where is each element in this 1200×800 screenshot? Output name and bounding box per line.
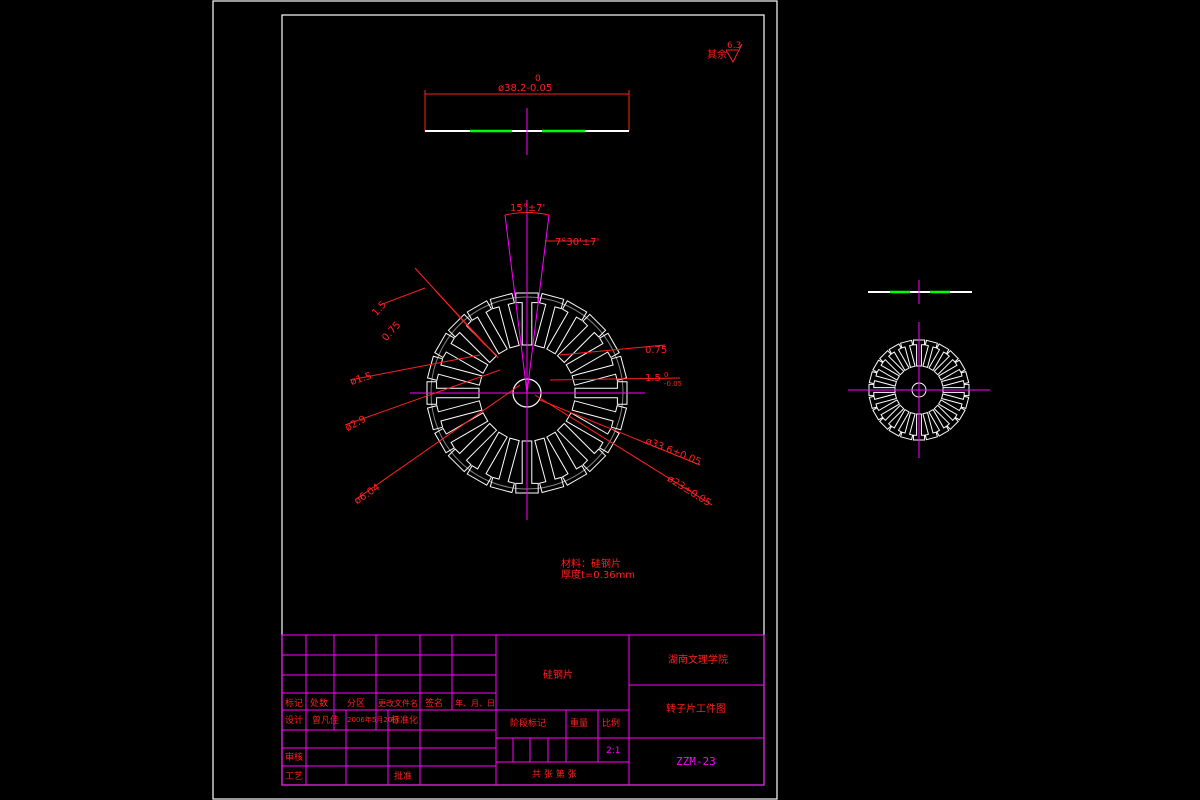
rotor-slot (534, 437, 565, 494)
scale-value: 2:1 (606, 746, 620, 756)
right-dim-1: 0.75 (645, 345, 667, 356)
left-dim-4: ø2.9 (344, 414, 369, 434)
rotor-slot (922, 339, 939, 369)
standard-label: 标准化 (391, 714, 418, 726)
right-dim-2: 1.5 (645, 373, 661, 384)
approve-label: 批准 (394, 770, 412, 782)
header-label-5: 年、月、日 (455, 698, 495, 708)
angle-half-pitch: 7°30'±7' (555, 237, 599, 248)
lamination-main-view: 15°±7' 7°30'±7' 1.5 0.75 ø1.5 ø2.9 ø6.04… (344, 200, 713, 520)
right-dim-2-tol-upper: 0 (664, 371, 668, 379)
angle-slot-pitch: 15°±7' (510, 203, 545, 214)
sheet-outer-border (212, 0, 778, 800)
roughness-label: 其余 (707, 48, 727, 61)
rotor-slot (571, 400, 628, 431)
rotor-slot (899, 339, 916, 369)
side-view: 0 ø38.2-0.05 (424, 74, 630, 155)
rotor-slot (489, 292, 520, 349)
rotor-slot (426, 355, 483, 386)
right-dim-3: ø33.6±0.05 (644, 436, 703, 468)
drawing-number: ZZM-23 (676, 755, 716, 768)
review-label: 审核 (285, 751, 303, 763)
designer-name: 曾凡佳 (312, 714, 339, 726)
header-label-3: 更改文件名 (378, 698, 418, 708)
scale-label: 比例 (602, 717, 620, 729)
design-label: 设计 (285, 714, 303, 726)
preview-view (848, 280, 990, 458)
header-label-0: 标记 (285, 697, 303, 709)
top-dim-label: ø38.2-0.05 (498, 83, 552, 94)
rotor-slot (447, 422, 498, 473)
process-label: 工艺 (285, 771, 303, 782)
left-dim-3: ø1.5 (349, 371, 373, 388)
header-label-2: 分区 (347, 698, 365, 709)
rotor-slot (489, 437, 520, 494)
header-label-1: 处数 (310, 697, 328, 709)
rotor-slot (556, 313, 607, 364)
drawing-title: 转子片工件图 (666, 702, 726, 715)
cad-drawing: 其余 6.3 0 ø38.2-0.05 15°±7' 7°30'±7' 1.5 (212, 0, 990, 800)
stage-label: 阶段标记 (510, 717, 546, 729)
right-dim-2-tol-lower: -0.05 (664, 380, 682, 388)
left-dim-2: 0.75 (380, 320, 403, 344)
right-dim-4: ø23±0.05 (665, 473, 713, 509)
thickness-note: 厚度t=0.36mm (561, 568, 635, 581)
roughness-symbol: 其余 6.3 (707, 41, 743, 64)
header-label-4: 签名 (425, 697, 443, 709)
left-dim-5: ø6.04 (352, 482, 382, 507)
rotor-slot (426, 400, 483, 431)
material-note: 材料：硅钢片 (561, 557, 621, 570)
rotor-slot (868, 370, 898, 387)
rotor-slot (940, 393, 970, 410)
rotor-slot (534, 292, 565, 349)
rotor-slot (571, 355, 628, 386)
school-name: 湖南文理学院 (668, 653, 728, 666)
part-name: 硅钢片 (543, 668, 573, 681)
rotor-slot (447, 313, 498, 364)
rotor-slot (556, 422, 607, 473)
rotor-slot (899, 411, 916, 441)
title-block-text: 硅钢片 湖南文理学院 转子片工件图 ZZM-23 标记 处数 分区 更改文件名 … (285, 653, 728, 782)
weight-label: 重量 (570, 717, 588, 729)
sheet-label: 共 张 第 张 (532, 768, 577, 780)
